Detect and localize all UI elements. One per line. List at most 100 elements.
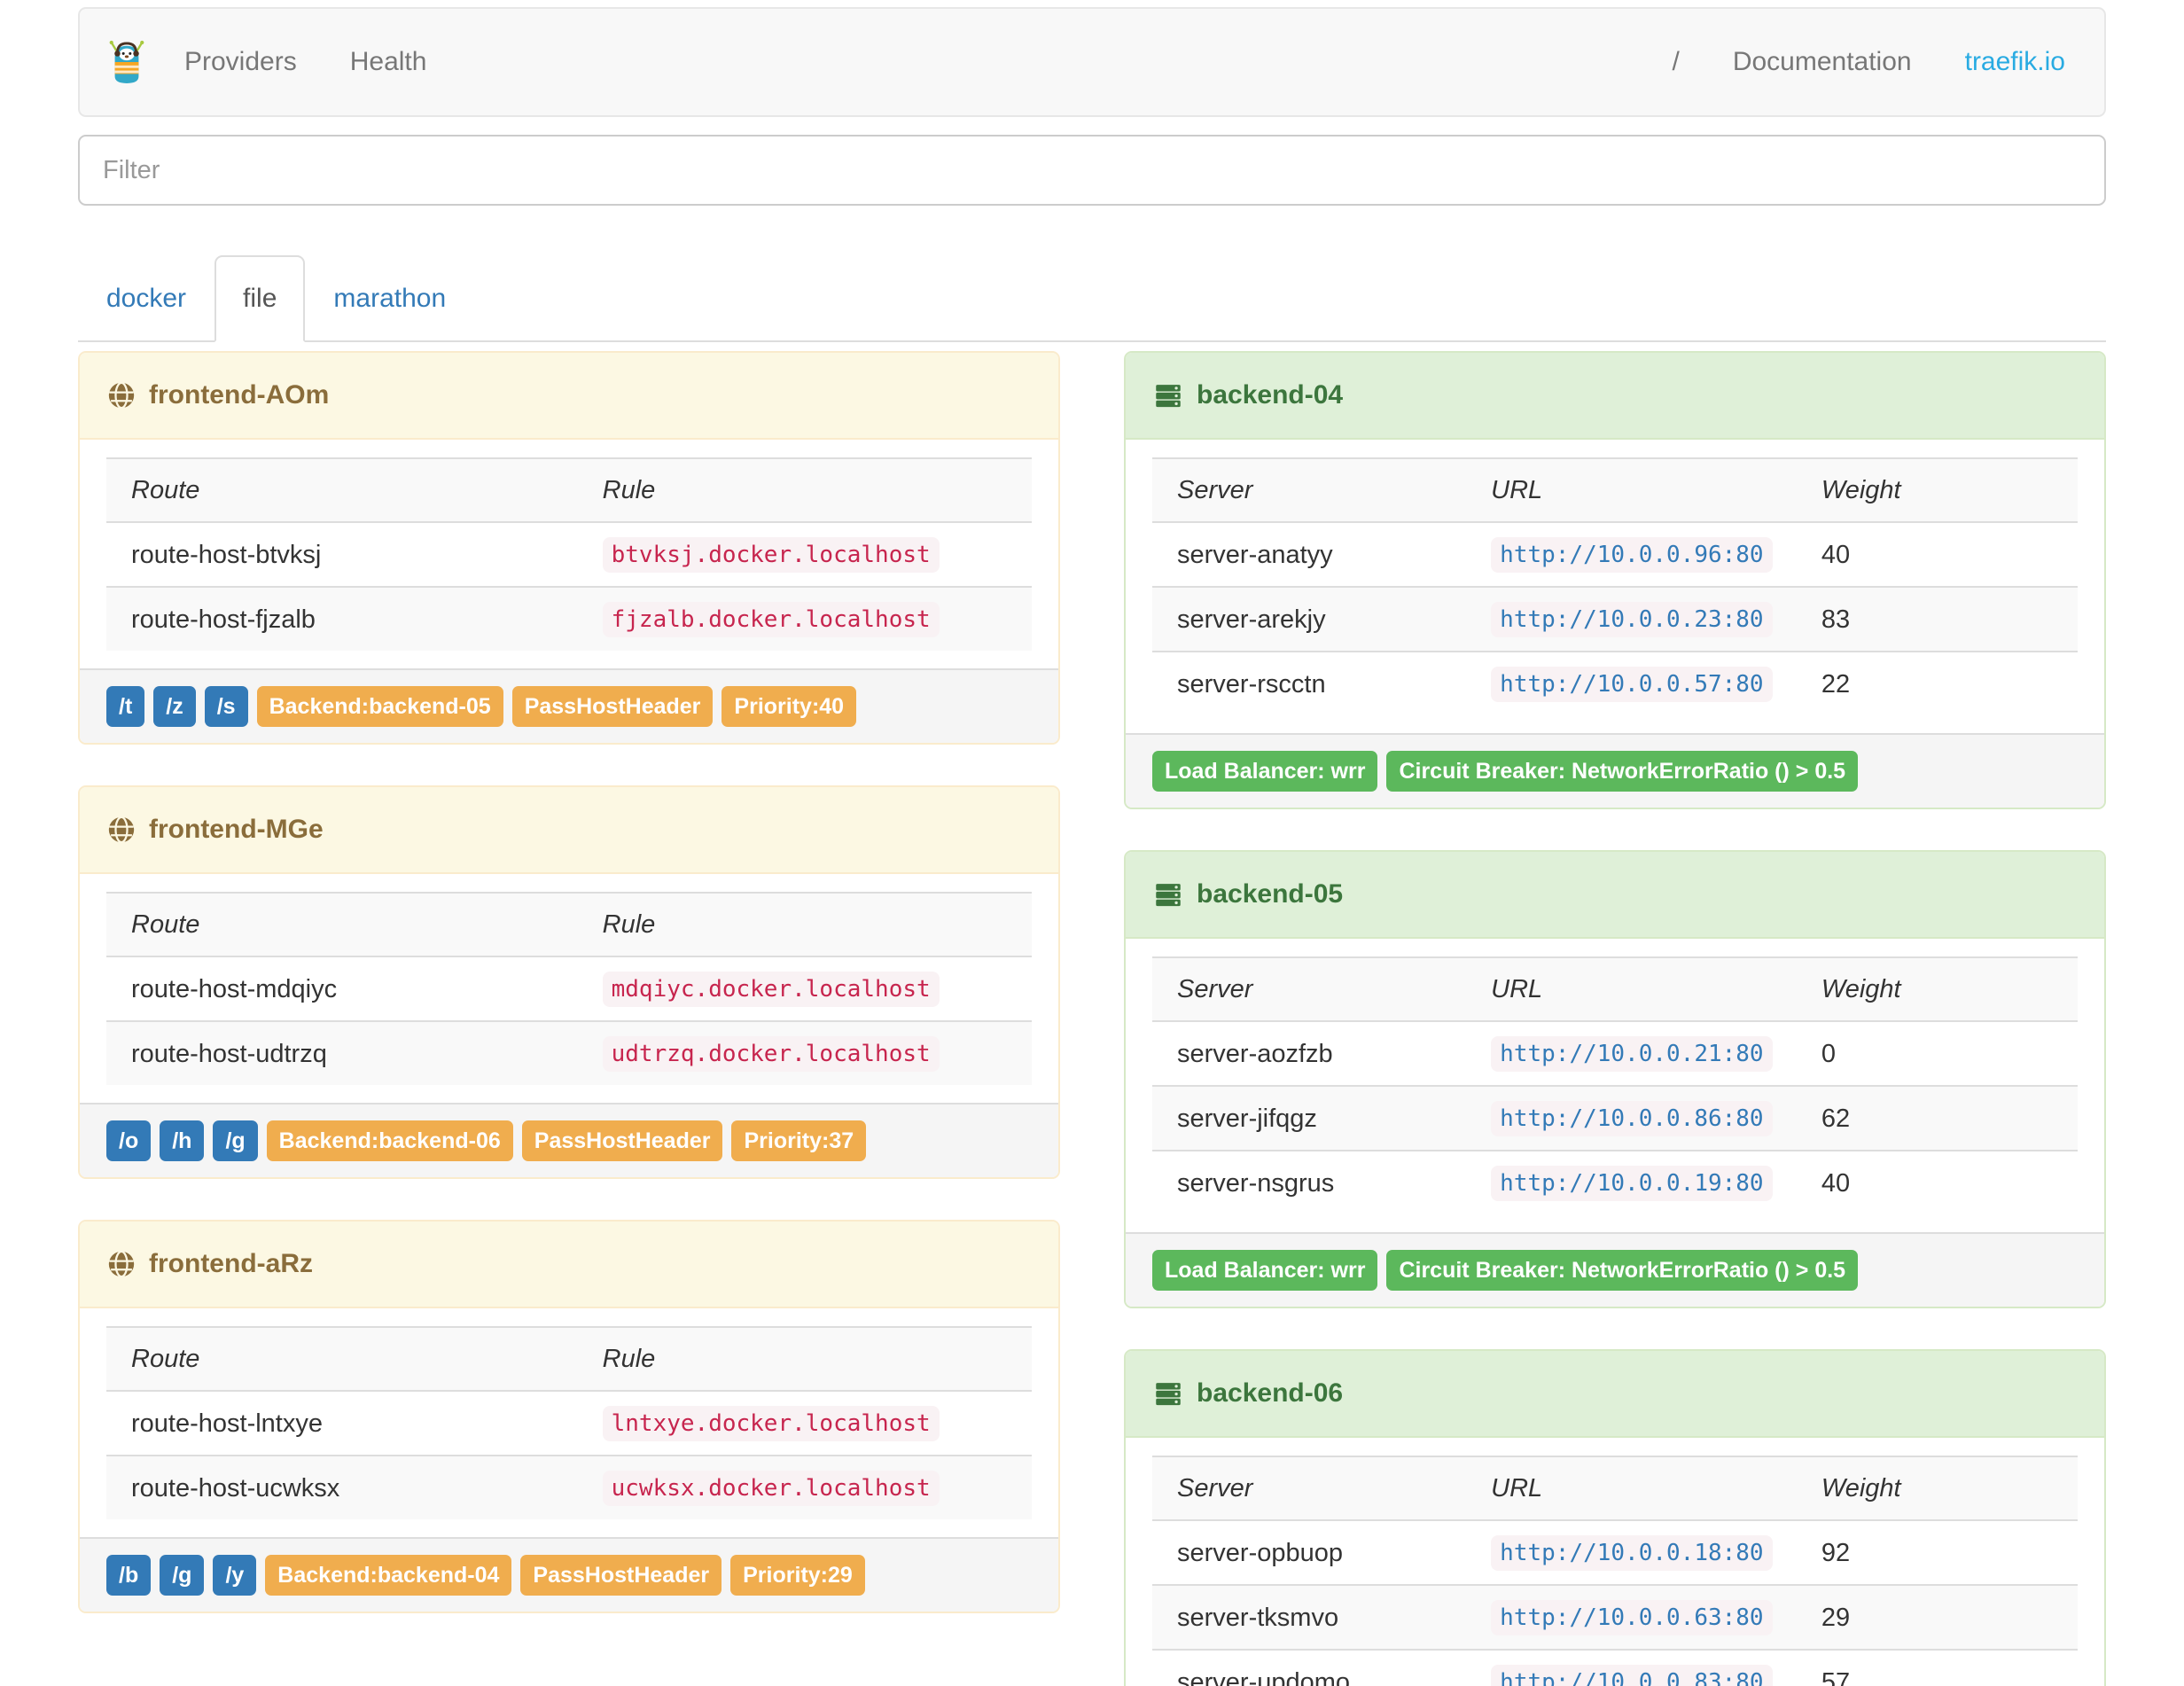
column-header-weight: Weight — [1796, 1456, 2078, 1520]
server-cell: server-tksmvo — [1152, 1584, 1467, 1650]
server-url-link[interactable]: http://10.0.0.19:80 — [1491, 1166, 1773, 1201]
server-cell: server-arekjy — [1152, 586, 1467, 652]
entrypoint-badge: /t — [106, 686, 145, 727]
rule-code: ucwksx.docker.localhost — [602, 1471, 940, 1506]
server-icon — [1152, 1379, 1184, 1409]
tab-docker-link[interactable]: docker — [78, 255, 214, 342]
nav-link-health[interactable]: Health — [324, 47, 454, 77]
server-row: server-rscctn http://10.0.0.57:80 22 — [1152, 651, 2078, 715]
server-row: server-opbuop http://10.0.0.18:80 92 — [1152, 1519, 2078, 1585]
server-row: server-anatyy http://10.0.0.96:80 40 — [1152, 521, 2078, 587]
frontend-card-header: frontend-aRz — [80, 1222, 1058, 1308]
entrypoint-badge: /h — [160, 1120, 205, 1161]
server-url-link[interactable]: http://10.0.0.86:80 — [1491, 1101, 1773, 1136]
server-url-link[interactable]: http://10.0.0.21:80 — [1491, 1036, 1773, 1072]
globe-icon — [106, 1249, 136, 1279]
load-balancer-badge: Load Balancer: wrr — [1152, 751, 1378, 792]
route-row: route-host-udtrzq udtrzq.docker.localhost — [106, 1020, 1032, 1085]
column-header-url: URL — [1466, 1456, 1797, 1520]
column-header-rule: Rule — [577, 892, 1032, 956]
backend-card-header: backend-04 — [1126, 353, 2104, 440]
server-icon — [1152, 880, 1184, 909]
frontend-card-footer: /b/g/y Backend:backend-04 PassHostHeader Pr… — [80, 1537, 1058, 1612]
nav-link-traefik-io[interactable]: traefik.io — [1938, 47, 2092, 77]
routes-table-head: Route Rule — [106, 892, 1032, 956]
server-row: server-jifqgz http://10.0.0.86:80 62 — [1152, 1085, 2078, 1151]
backend-card: backend-06 Server URL Weight server-opbuop ht… — [1124, 1349, 2106, 1686]
rule-code: mdqiyc.docker.localhost — [602, 972, 940, 1007]
backend-card-header: backend-06 — [1126, 1351, 2104, 1438]
server-url-link[interactable]: http://10.0.0.96:80 — [1491, 537, 1773, 573]
route-row: route-host-mdqiyc mdqiyc.docker.localhost — [106, 956, 1032, 1021]
route-cell: route-host-mdqiyc — [106, 956, 578, 1021]
column-header-rule: Rule — [577, 457, 1032, 522]
server-url-link[interactable]: http://10.0.0.83:80 — [1491, 1665, 1773, 1686]
tab-marathon: marathon — [305, 255, 474, 342]
servers-table-body: server-aozfzb http://10.0.0.21:80 0 server-… — [1152, 1020, 2078, 1214]
backends-column: backend-04 Server URL Weight server-anatyy ht… — [1124, 351, 2106, 1686]
nav-link-slash[interactable]: / — [1645, 47, 1705, 77]
route-cell: route-host-fjzalb — [106, 586, 578, 651]
server-url-link[interactable]: http://10.0.0.57:80 — [1491, 667, 1773, 702]
url-cell: http://10.0.0.96:80 — [1466, 521, 1797, 587]
priority-badge: Priority:29 — [730, 1555, 865, 1596]
column-header-weight: Weight — [1796, 457, 2078, 522]
tab-marathon-link[interactable]: marathon — [305, 255, 474, 342]
server-url-link[interactable]: http://10.0.0.23:80 — [1491, 602, 1773, 637]
servers-table-body: server-opbuop http://10.0.0.18:80 92 server… — [1152, 1519, 2078, 1686]
backend-card-footer: Load Balancer: wrr Circuit Breaker: Netwo… — [1126, 733, 2104, 808]
navbar: Providers Health / Documentation traefik… — [78, 7, 2106, 117]
server-cell: server-rscctn — [1152, 651, 1467, 715]
server-url-link[interactable]: http://10.0.0.18:80 — [1491, 1535, 1773, 1571]
rule-cell: mdqiyc.docker.localhost — [577, 956, 1032, 1021]
routes-table-body: route-host-mdqiyc mdqiyc.docker.localhost… — [106, 956, 1032, 1085]
servers-table-head: Server URL Weight — [1152, 1456, 2078, 1520]
navbar-right: / Documentation traefik.io — [1645, 47, 2092, 77]
nav-link-documentation[interactable]: Documentation — [1706, 47, 1938, 77]
column-header-route: Route — [106, 892, 578, 956]
servers-table: Server URL Weight server-opbuop http://10.0.… — [1152, 1456, 2078, 1686]
filter-input[interactable] — [78, 135, 2106, 206]
priority-badge: Priority:37 — [731, 1120, 867, 1161]
route-cell: route-host-ucwksx — [106, 1455, 578, 1519]
backend-ref-badge: Backend:backend-05 — [256, 686, 503, 727]
priority-badge: Priority:40 — [722, 686, 857, 727]
server-icon — [1152, 381, 1184, 410]
frontend-title: frontend-AOm — [149, 380, 330, 410]
weight-cell: 29 — [1796, 1584, 2078, 1650]
rule-code: fjzalb.docker.localhost — [602, 602, 940, 637]
url-cell: http://10.0.0.83:80 — [1466, 1649, 1797, 1686]
url-cell: http://10.0.0.86:80 — [1466, 1085, 1797, 1151]
frontend-card: frontend-MGe Route Rule route-host-mdqiyc md… — [78, 785, 1060, 1179]
backend-card: backend-04 Server URL Weight server-anatyy ht… — [1124, 351, 2106, 809]
entrypoint-badge: /s — [204, 686, 248, 727]
tab-file-link[interactable]: file — [214, 255, 306, 342]
routes-table: Route Rule route-host-mdqiyc mdqiyc.docker.… — [106, 892, 1032, 1085]
entrypoint-badge: /g — [160, 1555, 205, 1596]
rule-code: lntxye.docker.localhost — [602, 1406, 940, 1441]
weight-cell: 40 — [1796, 1150, 2078, 1214]
nav-link-providers[interactable]: Providers — [158, 47, 324, 77]
entrypoint-badge: /y — [213, 1555, 257, 1596]
backend-title: backend-04 — [1197, 380, 1344, 410]
frontend-title: frontend-aRz — [149, 1249, 313, 1278]
servers-table-head: Server URL Weight — [1152, 457, 2078, 522]
rule-cell: ucwksx.docker.localhost — [577, 1455, 1032, 1519]
cards-grid: frontend-AOm Route Rule route-host-btvksj bt… — [78, 351, 2106, 1686]
weight-cell: 22 — [1796, 651, 2078, 715]
route-row: route-host-ucwksx ucwksx.docker.localhost — [106, 1455, 1032, 1519]
page-container: Providers Health / Documentation traefik… — [78, 7, 2106, 1686]
weight-cell: 62 — [1796, 1085, 2078, 1151]
server-row: server-updomo http://10.0.0.83:80 57 — [1152, 1649, 2078, 1686]
url-cell: http://10.0.0.18:80 — [1466, 1519, 1797, 1585]
servers-table: Server URL Weight server-anatyy http://10.0.… — [1152, 457, 2078, 715]
routes-table-body: route-host-btvksj btvksj.docker.localhost… — [106, 521, 1032, 651]
entrypoint-badge: /g — [213, 1120, 258, 1161]
frontend-card-body: Route Rule route-host-btvksj btvksj.docker.… — [80, 440, 1058, 668]
backend-title: backend-05 — [1197, 879, 1344, 909]
backend-ref-badge: Backend:backend-06 — [266, 1120, 513, 1161]
rule-code: btvksj.docker.localhost — [602, 537, 940, 573]
server-url-link[interactable]: http://10.0.0.63:80 — [1491, 1600, 1773, 1635]
weight-cell: 83 — [1796, 586, 2078, 652]
column-header-route: Route — [106, 457, 578, 522]
